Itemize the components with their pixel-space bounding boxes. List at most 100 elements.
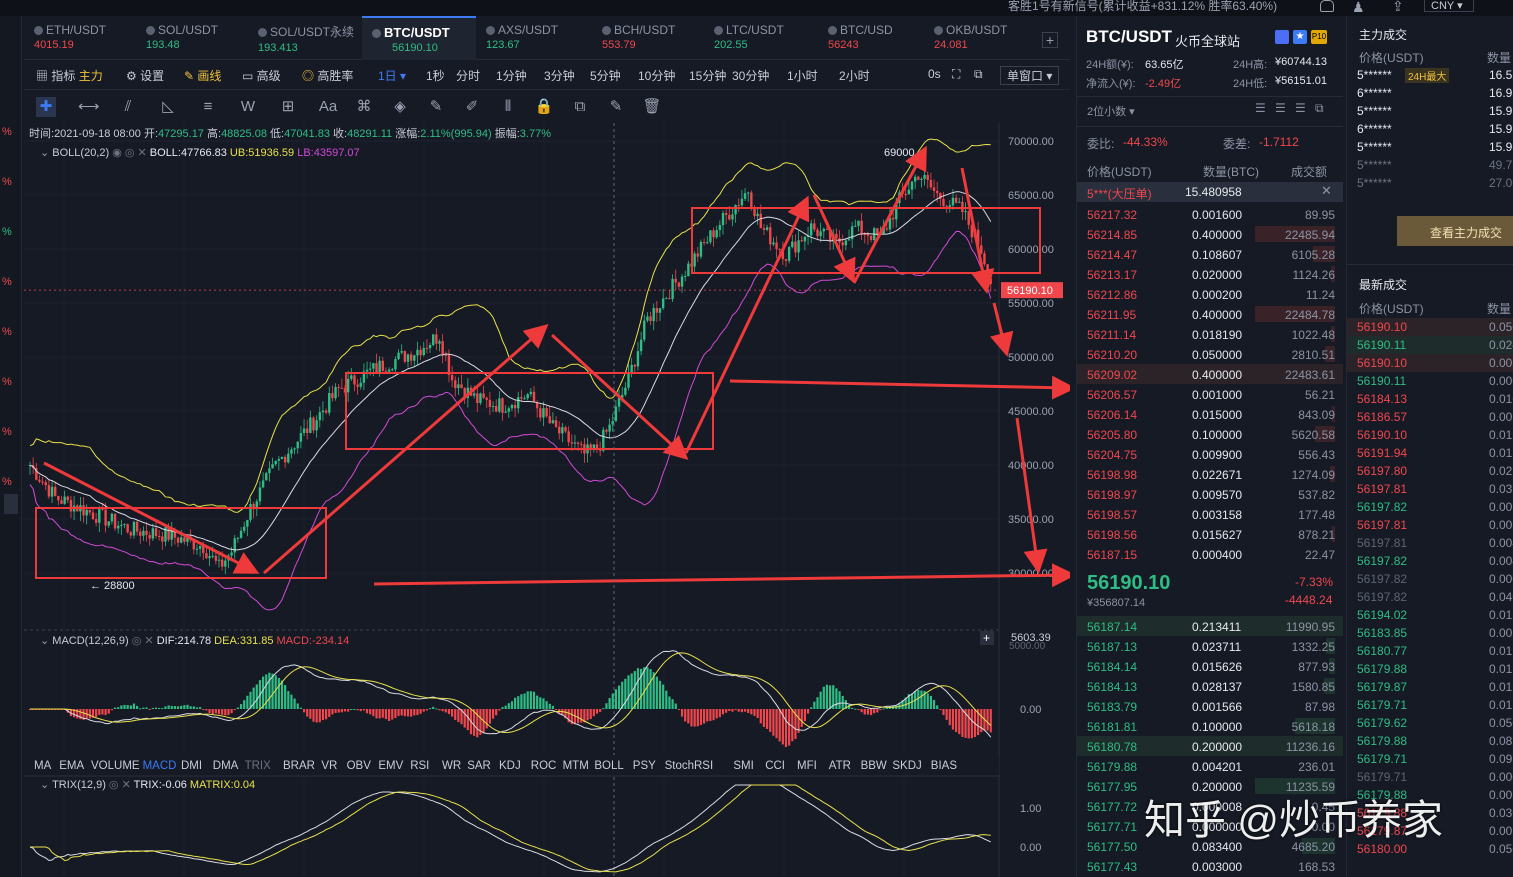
draw-button[interactable]: ✎ 画线 bbox=[184, 67, 221, 84]
indicator-tab-wr[interactable]: WR bbox=[442, 760, 461, 772]
ask-row[interactable]: 56213.17 0.020000 1124.26 bbox=[1087, 264, 1335, 284]
indicator-button[interactable]: ▦ 指标 主力 bbox=[36, 67, 103, 84]
ask-row[interactable]: 56217.32 0.001600 89.95 bbox=[1087, 204, 1335, 224]
indicator-tab-ma[interactable]: MA bbox=[34, 760, 52, 772]
shape-icon[interactable]: ◈ bbox=[390, 97, 410, 117]
bid-row[interactable]: 56184.13 0.028137 1580.85 bbox=[1087, 676, 1335, 696]
interval-3[interactable]: 3分钟 bbox=[544, 67, 575, 84]
indicator-tab-bbw[interactable]: BBW bbox=[861, 760, 887, 772]
interval-0[interactable]: 1秒 bbox=[426, 67, 445, 84]
indicator-tab-psy[interactable]: PSY bbox=[633, 760, 656, 772]
ask-row[interactable]: 56210.20 0.050000 2810.51 bbox=[1087, 344, 1335, 364]
annotation-arrow[interactable] bbox=[43, 461, 260, 574]
ask-row[interactable]: 56206.14 0.015000 843.09 bbox=[1087, 404, 1335, 424]
bid-row[interactable]: 56179.88 0.004201 236.01 bbox=[1087, 756, 1335, 776]
indicator-tab-volume[interactable]: VOLUME bbox=[91, 760, 140, 772]
indicator-tab-trix[interactable]: TRIX bbox=[245, 760, 272, 772]
indicator-tab-stochrsi[interactable]: StochRSI bbox=[665, 760, 714, 772]
view-main-force-button[interactable]: 查看主力成交 bbox=[1397, 216, 1513, 246]
ask-row[interactable]: 56187.15 0.000400 22.47 bbox=[1087, 544, 1335, 564]
annotation-arrow[interactable] bbox=[1015, 417, 1048, 574]
ask-row[interactable]: 56198.97 0.009570 537.82 bbox=[1087, 484, 1335, 504]
tab-axsusdt[interactable]: AXS/USDT 123.67 bbox=[476, 16, 586, 60]
bid-row[interactable]: 56177.43 0.003000 168.53 bbox=[1087, 856, 1335, 876]
triangle-icon[interactable]: ◺ bbox=[158, 97, 178, 117]
trash-icon[interactable]: 🗑 bbox=[642, 97, 662, 117]
zero-s-button[interactable]: 0s bbox=[928, 67, 941, 81]
indicator-tab-macd[interactable]: MACD bbox=[143, 760, 177, 772]
horizontal-line-icon[interactable]: ⟷ bbox=[78, 97, 100, 117]
annotation-arrow[interactable] bbox=[960, 167, 995, 294]
interval-5[interactable]: 10分钟 bbox=[638, 67, 675, 84]
indicator-tab-atr[interactable]: ATR bbox=[829, 760, 851, 772]
indicator-tab-sar[interactable]: SAR bbox=[467, 760, 491, 772]
measure-icon[interactable]: ⫴ bbox=[498, 97, 518, 117]
interval-1[interactable]: 分时 bbox=[456, 67, 480, 84]
indicator-tab-boll[interactable]: BOLL bbox=[594, 760, 624, 772]
indicator-tab-roc[interactable]: ROC bbox=[531, 760, 557, 772]
brush-icon[interactable]: ✐ bbox=[462, 97, 482, 117]
interval-7[interactable]: 30分钟 bbox=[732, 67, 769, 84]
wave-icon[interactable]: W bbox=[238, 97, 258, 117]
ask-row[interactable]: 56205.80 0.100000 5620.58 bbox=[1087, 424, 1335, 444]
bid-row[interactable]: 56187.14 0.213411 11990.95 bbox=[1077, 616, 1343, 636]
add-tab-icon[interactable]: + bbox=[1042, 32, 1058, 48]
tab-ltcusdt[interactable]: LTC/USDT 202.55 bbox=[704, 16, 814, 60]
tab-solusdt[interactable]: SOL/USDT永续 193.413 bbox=[248, 16, 358, 60]
parallel-channel-icon[interactable]: ⫽ bbox=[118, 97, 138, 117]
tab-btcusd[interactable]: BTC/USD 56243 bbox=[818, 16, 928, 60]
indicator-tab-bias[interactable]: BIAS bbox=[931, 760, 958, 772]
decimals-select[interactable]: 2位小数 ▾ bbox=[1087, 103, 1135, 119]
crosshair-icon[interactable]: ✚ bbox=[36, 97, 56, 117]
pro-icon[interactable]: P10 bbox=[1311, 30, 1327, 44]
user-icon[interactable]: ♟ bbox=[1352, 0, 1365, 16]
bid-row[interactable]: 56183.79 0.001566 87.98 bbox=[1087, 696, 1335, 716]
indicator-tab-ema[interactable]: EMA bbox=[59, 760, 84, 772]
ask-row[interactable]: 56198.98 0.022671 1274.09 bbox=[1087, 464, 1335, 484]
indicator-tab-emv[interactable]: EMV bbox=[378, 760, 403, 772]
alert-icon[interactable] bbox=[1275, 30, 1289, 44]
tab-okbusdt[interactable]: OKB/USDT 24.081 bbox=[924, 16, 1034, 60]
pen-icon[interactable]: ✎ bbox=[426, 97, 446, 117]
indicator-tab-mtm[interactable]: MTM bbox=[563, 760, 589, 772]
favorite-star-icon[interactable]: ★ bbox=[1293, 30, 1307, 44]
indicator-tab-brar[interactable]: BRAR bbox=[283, 760, 315, 772]
interval-6[interactable]: 15分钟 bbox=[689, 67, 726, 84]
magnet-icon[interactable]: ⌘ bbox=[354, 97, 374, 117]
bid-row[interactable]: 56187.13 0.023711 1332.25 bbox=[1087, 636, 1335, 656]
ask-row[interactable]: 56212.86 0.000200 11.24 bbox=[1087, 284, 1335, 304]
orderbook-ask-icon[interactable]: ☰ bbox=[1275, 101, 1286, 115]
indicator-tab-dma[interactable]: DMA bbox=[213, 760, 239, 772]
indicator-tab-mfi[interactable]: MFI bbox=[797, 760, 817, 772]
snapshot-icon[interactable]: ⧉ bbox=[974, 67, 983, 82]
signal-banner[interactable]: 客胜1号有新信号(累计收益+831.12% 胜率63.40%) bbox=[1008, 0, 1277, 14]
rect-icon[interactable]: ⊞ bbox=[278, 97, 298, 117]
interval-9[interactable]: 2小时 bbox=[839, 67, 870, 84]
fullscreen-icon[interactable]: ⛶ bbox=[952, 67, 960, 82]
ask-row[interactable]: 56198.56 0.015627 878.21 bbox=[1087, 524, 1335, 544]
edit-icon[interactable]: ✎ bbox=[606, 97, 626, 117]
annotation-arrow[interactable] bbox=[989, 302, 1014, 357]
interval-2[interactable]: 1分钟 bbox=[496, 67, 527, 84]
tab-solusdt[interactable]: SOL/USDT 193.48 bbox=[136, 16, 246, 60]
share-icon[interactable]: ⇪ bbox=[1392, 0, 1404, 15]
text-icon[interactable]: Aa bbox=[318, 97, 338, 117]
window-select[interactable]: 单窗口 ▾ bbox=[1000, 66, 1060, 85]
ask-row[interactable]: 56206.57 0.001000 56.21 bbox=[1087, 384, 1335, 404]
ask-row[interactable]: 56211.14 0.018190 1022.48 bbox=[1087, 324, 1335, 344]
indicator-tab-cci[interactable]: CCI bbox=[765, 760, 785, 772]
indicator-tab-obv[interactable]: OBV bbox=[347, 760, 372, 772]
ask-row[interactable]: 56211.95 0.400000 22484.78 bbox=[1087, 304, 1335, 324]
indicator-tab-rsi[interactable]: RSI bbox=[410, 760, 429, 772]
ask-row[interactable]: 56209.02 0.400000 22483.61 bbox=[1077, 364, 1343, 384]
orderbook-both-icon[interactable]: ☰ bbox=[1255, 101, 1266, 115]
fib-icon[interactable]: ≡ bbox=[198, 97, 218, 117]
bid-row[interactable]: 56181.81 0.100000 5618.18 bbox=[1087, 716, 1335, 736]
annotation-arrow[interactable] bbox=[729, 375, 1070, 400]
annotation-arrow[interactable] bbox=[263, 324, 549, 575]
annotation-arrow[interactable] bbox=[373, 563, 1070, 588]
collapse-handle[interactable] bbox=[4, 494, 18, 514]
interval-4[interactable]: 5分钟 bbox=[590, 67, 621, 84]
winrate-button[interactable]: ◎ 高胜率 bbox=[302, 67, 353, 84]
lock-icon[interactable]: 🔒 bbox=[534, 97, 554, 117]
